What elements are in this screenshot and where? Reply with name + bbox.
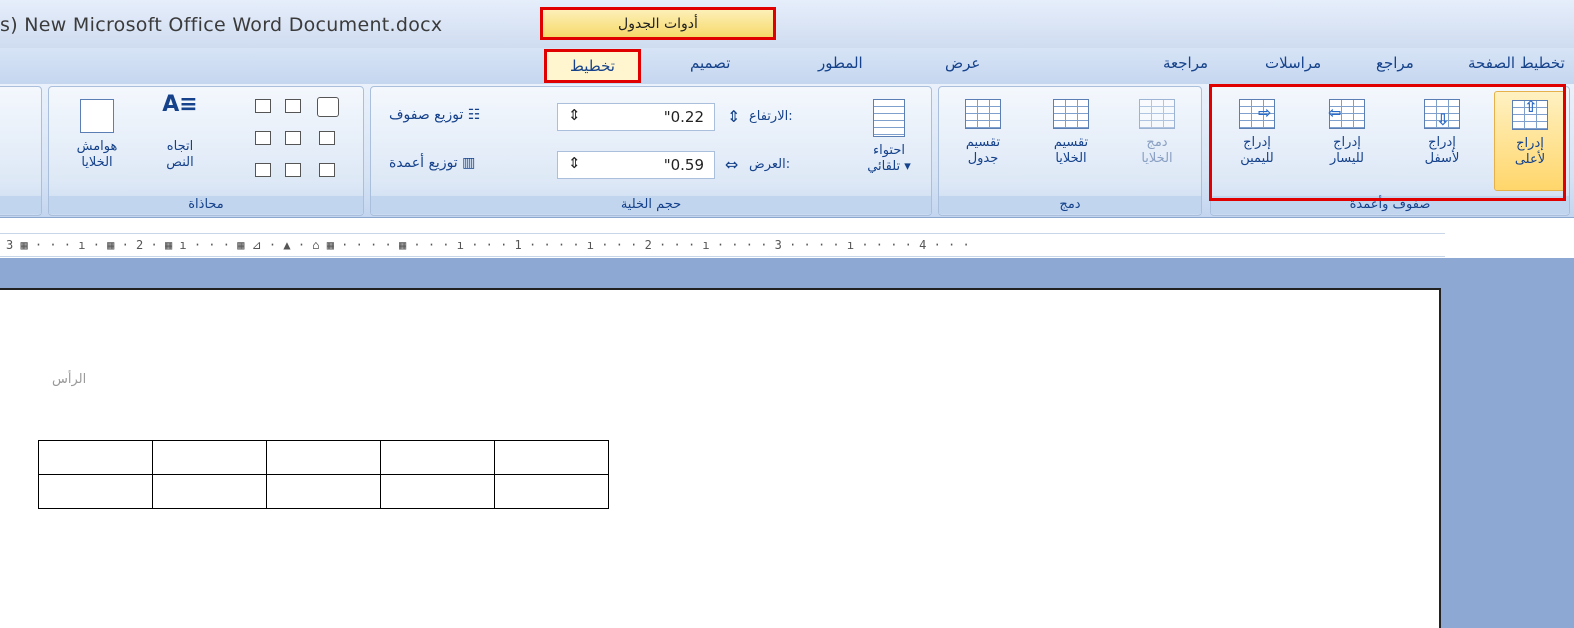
- table-cell[interactable]: [266, 474, 381, 509]
- table-cell[interactable]: [494, 474, 609, 509]
- align-bottom-right-icon[interactable]: [319, 163, 335, 177]
- split-cells-label-2: الخلايا: [1055, 151, 1087, 166]
- ribbon: ⇧ إدراج لأعلى ⇩ إدراج لأسفل ⇦ إدراج لليس…: [0, 84, 1574, 218]
- distribute-rows-button[interactable]: توزيع صفوف ☷: [389, 107, 480, 123]
- column-width-icon: ⇔: [725, 155, 739, 174]
- document-title: s) New Microsoft Office Word Document.do…: [0, 14, 443, 36]
- table-tools-context-tab[interactable]: أدوات الجدول: [540, 7, 776, 40]
- text-direction-label-1: اتجاه: [166, 139, 194, 154]
- cell-margins-label-1: هوامش: [76, 139, 118, 154]
- column-width-input[interactable]: "0.59 ⇕: [557, 151, 715, 179]
- table-cell[interactable]: [494, 440, 609, 475]
- group-label-cell-size: حجم الخلية: [371, 196, 931, 214]
- align-middle-right-icon[interactable]: [319, 131, 335, 145]
- row-height-input[interactable]: "0.22 ⇕: [557, 103, 715, 131]
- table-row: [38, 474, 609, 509]
- autofit-button[interactable]: احتواء تلقائي ▾: [849, 91, 929, 191]
- table-cell[interactable]: [152, 474, 267, 509]
- title-bar: s) New Microsoft Office Word Document.do…: [0, 0, 1574, 48]
- split-cells-label-1: تقسيم: [1053, 135, 1089, 150]
- tab-mailings[interactable]: مراسلات: [1265, 54, 1321, 72]
- table-cell[interactable]: [380, 474, 495, 509]
- ribbon-tab-bar: تخطيط الصفحة مراجع مراسلات مراجعة عرض ال…: [0, 48, 1574, 84]
- group-label-alignment: محاذاة: [49, 196, 363, 214]
- row-height-label: الارتفاع:: [749, 109, 793, 124]
- tab-developer[interactable]: المطور: [818, 54, 863, 72]
- split-table-icon: [965, 99, 1001, 129]
- table-row: [38, 440, 609, 475]
- table-cell[interactable]: [152, 440, 267, 475]
- cell-margins-label-2: الخلايا: [81, 155, 113, 170]
- tab-view[interactable]: عرض: [945, 54, 980, 72]
- text-direction-button[interactable]: A≡ اتجاه النص: [149, 91, 211, 191]
- align-top-center-icon[interactable]: [285, 99, 301, 113]
- tab-layout[interactable]: تخطيط: [544, 49, 641, 83]
- table-cell[interactable]: [38, 440, 153, 475]
- group-merge: دمج الخلايا تقسيم الخلايا تقسيم جدول دمج: [938, 86, 1202, 216]
- column-width-value: "0.59: [663, 156, 704, 174]
- highlight-rows-columns: [1209, 84, 1566, 201]
- distribute-columns-label: توزيع أعمدة: [389, 155, 458, 171]
- row-height-spinner-icon[interactable]: ⇕: [568, 106, 581, 124]
- column-width-label: العرض:: [749, 157, 791, 172]
- autofit-label-1: احتواء: [872, 143, 905, 158]
- tab-review[interactable]: مراجعة: [1163, 54, 1208, 72]
- distribute-rows-icon: ☷: [467, 107, 481, 123]
- tab-page-layout[interactable]: تخطيط الصفحة: [1468, 54, 1565, 72]
- row-height-value: "0.22: [663, 108, 704, 126]
- align-middle-left-icon[interactable]: [255, 131, 271, 145]
- cell-margins-icon: [80, 99, 114, 133]
- cell-margins-button[interactable]: هوامش الخلايا: [59, 91, 135, 191]
- table-cell[interactable]: [266, 440, 381, 475]
- document-table[interactable]: [38, 440, 609, 509]
- table-cell[interactable]: [380, 440, 495, 475]
- merge-cells-label-1: دمج: [1146, 135, 1168, 150]
- distribute-rows-label: توزيع صفوف: [389, 107, 464, 123]
- autofit-icon: [873, 99, 905, 137]
- group-label-partial: [0, 196, 41, 214]
- text-direction-icon: A≡: [162, 92, 198, 117]
- distribute-columns-icon: ▥: [462, 155, 476, 171]
- row-height-icon: ⇕: [727, 107, 741, 126]
- merge-cells-icon: [1139, 99, 1175, 129]
- tab-references[interactable]: مراجع: [1376, 54, 1414, 72]
- text-direction-label-2: النص: [166, 155, 194, 170]
- horizontal-ruler[interactable]: 3 ▦ · · · ı · ▦ · 2 · ▦ ı · · · ▦ ⊿ · ▲ …: [0, 233, 1445, 257]
- align-bottom-left-icon[interactable]: [255, 163, 271, 177]
- align-bottom-center-icon[interactable]: [285, 163, 301, 177]
- merge-cells-label-2: الخلايا: [1141, 151, 1173, 166]
- align-middle-center-icon[interactable]: [285, 131, 301, 145]
- split-table-button[interactable]: تقسيم جدول: [943, 91, 1023, 191]
- document-page[interactable]: الرأس: [0, 288, 1441, 628]
- align-top-left-icon[interactable]: [255, 99, 271, 113]
- split-cells-button[interactable]: تقسيم الخلايا: [1031, 91, 1111, 191]
- autofit-label-2: تلقائي ▾: [867, 159, 911, 174]
- merge-cells-button[interactable]: دمج الخلايا: [1119, 91, 1195, 191]
- column-width-spinner-icon[interactable]: ⇕: [568, 154, 581, 172]
- group-alignment: A≡ اتجاه النص هوامش الخلايا محاذاة: [48, 86, 364, 216]
- tab-design[interactable]: تصميم: [690, 54, 730, 72]
- align-top-right-icon[interactable]: [317, 97, 339, 117]
- table-cell[interactable]: [38, 474, 153, 509]
- split-cells-icon: [1053, 99, 1089, 129]
- split-table-label-1: تقسيم: [965, 135, 1001, 150]
- header-label: الرأس: [52, 372, 87, 387]
- group-partial: [0, 86, 42, 216]
- group-cell-size: احتواء تلقائي ▾ الارتفاع: ⇕ "0.22 ⇕ العر…: [370, 86, 932, 216]
- distribute-columns-button[interactable]: توزيع أعمدة ▥: [389, 155, 475, 171]
- group-label-merge: دمج: [939, 196, 1201, 214]
- split-table-label-2: جدول: [967, 151, 999, 166]
